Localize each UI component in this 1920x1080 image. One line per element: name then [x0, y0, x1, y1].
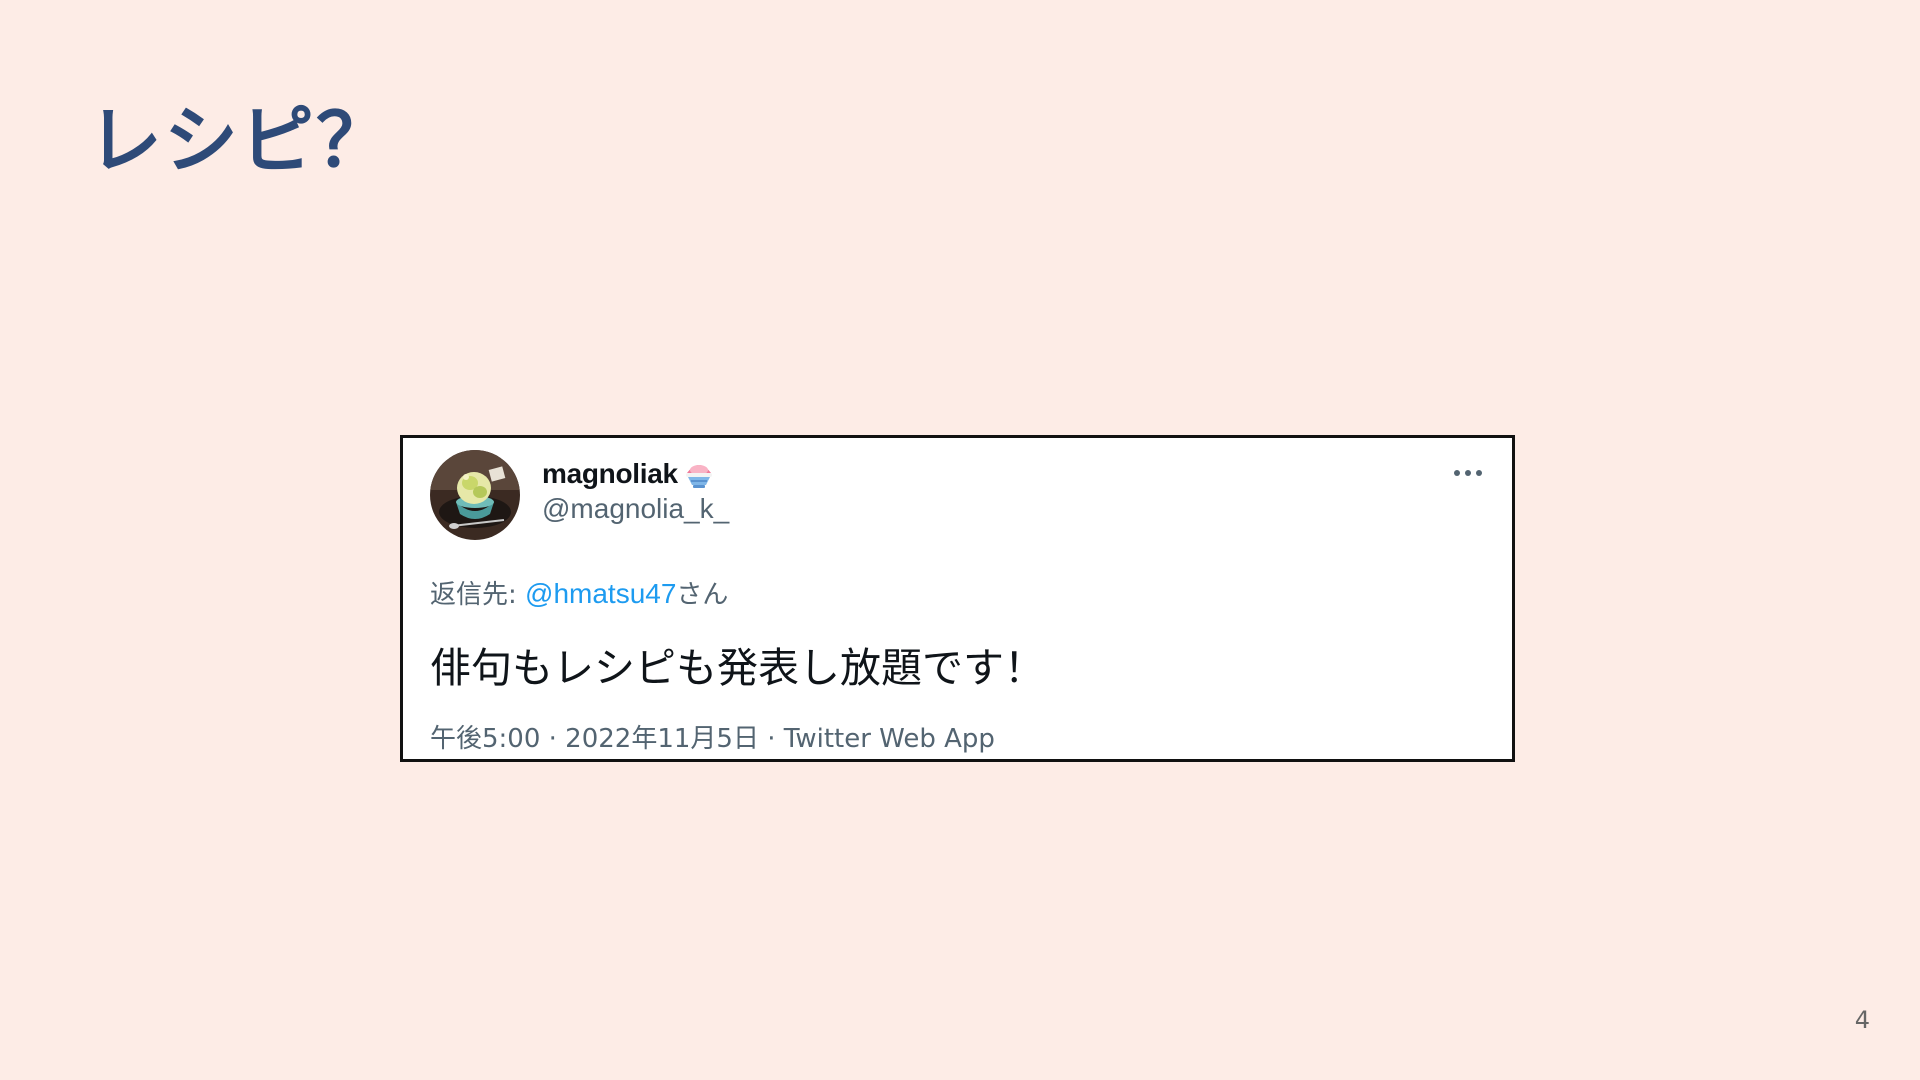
user-name-row[interactable]: magnoliak: [542, 454, 716, 494]
tweet-text: 俳句もレシピも発表し放題です！: [430, 644, 1045, 692]
reply-mention-link[interactable]: @hmatsu47: [525, 578, 676, 609]
reply-prefix: 返信先:: [430, 580, 526, 610]
reply-to-line: 返信先: @hmatsu47さん: [430, 574, 728, 611]
user-name[interactable]: magnoliak: [542, 458, 678, 490]
tweet-card: magnoliak @magnolia_k_ 返信先: @hmatsu47さん …: [400, 435, 1515, 762]
more-options-icon: [1454, 470, 1482, 476]
page-number: 4: [1854, 1006, 1870, 1034]
shaved-ice-icon: [682, 457, 716, 491]
tweet-timestamp[interactable]: 午後5:00 · 2022年11月5日 · Twitter Web App: [430, 718, 995, 755]
slide-title: レシピ？: [88, 98, 392, 184]
reply-suffix: さん: [676, 580, 729, 610]
avatar[interactable]: [430, 450, 520, 540]
more-options-button[interactable]: [1448, 458, 1488, 488]
user-handle[interactable]: @magnolia_k_: [542, 493, 729, 525]
